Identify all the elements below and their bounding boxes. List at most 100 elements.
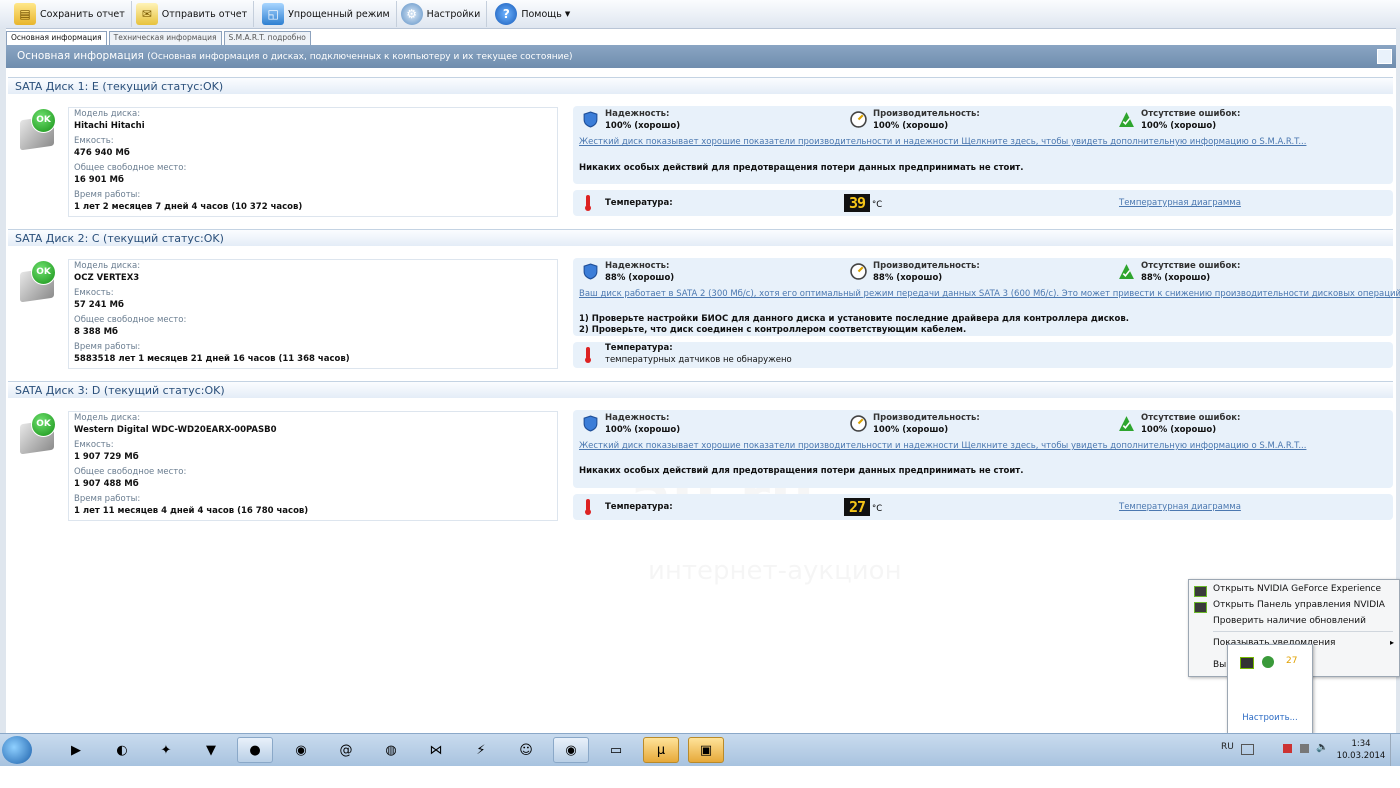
section-subtitle: (Основная информация о дисках, подключен… <box>147 52 573 62</box>
simple-mode-icon: ◱ <box>262 3 285 25</box>
app-taskbar-icon[interactable]: ◍ <box>373 737 409 763</box>
send-report-button[interactable]: ✉ Отправить отчет <box>132 1 255 27</box>
start-button[interactable] <box>2 736 32 764</box>
menu-item-check-updates[interactable]: Проверить наличие обновлений <box>1213 616 1366 626</box>
disk-2-temperature-panel: Температура: температурных датчиков не о… <box>573 342 1393 368</box>
world-of-tanks-taskbar-icon[interactable]: ▼ <box>193 737 229 763</box>
recommendation-text: Никаких особых действий для предотвращен… <box>579 466 1024 476</box>
shield-icon <box>583 415 598 432</box>
disk-3-title[interactable]: SATA Диск 3: D (текущий статус:OK) <box>8 381 1393 398</box>
nvidia-tray-icon[interactable] <box>1240 657 1254 669</box>
section-header: Основная информация (Основная информация… <box>6 45 1396 68</box>
disk-model: OCZ VERTEX3 <box>74 273 140 283</box>
app-taskbar-icon[interactable]: ⚡ <box>463 737 499 763</box>
game-taskbar-icon[interactable]: ● <box>237 737 273 763</box>
volume-icon[interactable]: 🔈 <box>1316 742 1328 753</box>
temperature-tray-icon[interactable]: 27 <box>1286 656 1297 666</box>
disk-3-info: Модель диска: Western Digital WDC-WD20EA… <box>68 411 558 521</box>
ok-badge: OK <box>31 260 56 285</box>
app-taskbar-icon[interactable]: ⋈ <box>418 737 454 763</box>
tab-strip: Основная информация Техническая информац… <box>6 31 313 45</box>
disk-model: Western Digital WDC-WD20EARX-00PASB0 <box>74 425 277 435</box>
disk-capacity: 57 241 Мб <box>74 300 124 310</box>
sata-mode-warning-link[interactable]: Ваш диск работает в SATA 2 (300 Мб/с), х… <box>579 289 1400 299</box>
gauge-icon <box>850 111 867 128</box>
tray-icon[interactable] <box>1283 744 1292 753</box>
app-taskbar-icon[interactable]: ☺ <box>508 737 544 763</box>
disk-3-status-panel: Надежность: 100% (хорошо) Производительно… <box>573 410 1393 488</box>
taskbar: ▶ ◐ ✦ ▼ ● ◉ @ ◍ ⋈ ⚡ ☺ ◉ ▭ µ ▣ RU 🔈 1:34 … <box>0 733 1400 766</box>
nvidia-icon <box>1194 602 1207 613</box>
utorrent-taskbar-icon[interactable]: µ <box>643 737 679 763</box>
media-player-taskbar-icon[interactable]: ▶ <box>58 737 94 763</box>
menu-item-exit[interactable]: Вы <box>1213 660 1226 670</box>
help-button[interactable]: ? Помощь ▼ <box>487 1 576 27</box>
hdd-icon: OK <box>20 412 56 455</box>
recommendation-text-2: 2) Проверьте, что диск соединен с контро… <box>579 325 967 335</box>
check-triangle-icon <box>1119 416 1134 431</box>
ok-badge: OK <box>31 412 56 437</box>
disk-1-title[interactable]: SATA Диск 1: E (текущий статус:OK) <box>8 77 1393 94</box>
chrome-taskbar-icon[interactable]: ◉ <box>553 737 589 763</box>
app-taskbar-icon[interactable]: ◐ <box>104 737 140 763</box>
disk-free-space: 8 388 Мб <box>74 327 118 337</box>
shield-icon <box>583 263 598 280</box>
thermometer-icon <box>585 195 591 211</box>
tray-overflow-popup: 27 Настроить... <box>1227 644 1313 734</box>
temperature-display: 27 <box>844 498 870 516</box>
chevron-right-icon: ▸ <box>1389 638 1394 647</box>
thermometer-icon <box>585 347 591 363</box>
thermometer-icon <box>585 499 591 515</box>
disk-uptime: 1 лет 11 месяцев 4 дней 4 часов (16 780 … <box>74 506 309 516</box>
disk-3-temperature-panel: Температура: 27 °C Температурная диаграм… <box>573 494 1393 520</box>
network-icon[interactable] <box>1300 744 1309 753</box>
disk-capacity: 1 907 729 Мб <box>74 452 139 462</box>
nvidia-icon <box>1194 586 1207 597</box>
section-title: Основная информация <box>17 50 144 62</box>
tab-technical-info[interactable]: Техническая информация <box>108 31 222 45</box>
mail-taskbar-icon[interactable]: @ <box>328 737 364 763</box>
settings-button[interactable]: ⚙ Настройки <box>397 1 488 27</box>
disk-uptime: 1 лет 2 месяцев 7 дней 4 часов (10 372 ч… <box>74 202 303 212</box>
chrome-taskbar-icon[interactable]: ◉ <box>283 737 319 763</box>
configure-tray-link[interactable]: Настроить... <box>1228 713 1312 723</box>
disk-model: Hitachi Hitachi <box>74 121 145 131</box>
tab-basic-info[interactable]: Основная информация <box>6 31 107 45</box>
disk-2-info: Модель диска: OCZ VERTEX3 Емкость: 57 24… <box>68 259 558 369</box>
simple-mode-button[interactable]: ◱ Упрощенный режим <box>254 1 397 27</box>
hdd-app-taskbar-icon[interactable]: ▣ <box>688 737 724 763</box>
toolbar: ▤ Сохранить отчет ✉ Отправить отчет ◱ Уп… <box>0 0 1400 29</box>
save-report-button[interactable]: ▤ Сохранить отчет <box>0 1 132 27</box>
time: 1:34 <box>1351 739 1371 749</box>
smart-info-link[interactable]: Жесткий диск показывает хорошие показате… <box>579 137 1306 147</box>
view-toggle-icon[interactable] <box>1377 49 1392 64</box>
shield-icon <box>583 111 598 128</box>
tray-expand-icon[interactable] <box>1241 744 1254 755</box>
app-taskbar-icon[interactable]: ✦ <box>148 737 184 763</box>
menu-item-open-control-panel[interactable]: Открыть Панель управления NVIDIA <box>1213 600 1385 610</box>
tab-smart-details[interactable]: S.M.A.R.T. подробно <box>223 31 311 45</box>
disk-capacity: 476 940 Мб <box>74 148 130 158</box>
disk-2-title[interactable]: SATA Диск 2: C (текущий статус:OK) <box>8 229 1393 246</box>
hdd-icon: OK <box>20 108 56 151</box>
recommendation-text: Никаких особых действий для предотвращен… <box>579 163 1024 173</box>
smart-info-link[interactable]: Жесткий диск показывает хорошие показате… <box>579 441 1306 451</box>
check-triangle-icon <box>1119 264 1134 279</box>
save-report-icon: ▤ <box>14 3 36 25</box>
clock[interactable]: 1:34 10.03.2014 <box>1336 738 1386 762</box>
explorer-taskbar-icon[interactable]: ▭ <box>598 737 634 763</box>
check-triangle-icon <box>1119 112 1134 127</box>
language-indicator[interactable]: RU <box>1221 742 1234 752</box>
show-desktop-button[interactable] <box>1390 734 1400 766</box>
hdd-icon: OK <box>20 260 56 303</box>
utorrent-tray-icon[interactable] <box>1262 656 1274 668</box>
window-border-left <box>0 28 6 733</box>
disk-free-space: 16 901 Мб <box>74 175 124 185</box>
ok-badge: OK <box>31 108 56 133</box>
gauge-icon <box>850 263 867 280</box>
date: 10.03.2014 <box>1336 751 1386 761</box>
menu-item-open-geforce-experience[interactable]: Открыть NVIDIA GeForce Experience <box>1213 584 1381 594</box>
temperature-display: 39 <box>844 194 870 212</box>
temperature-chart-link[interactable]: Температурная диаграмма <box>1119 502 1241 512</box>
temperature-chart-link[interactable]: Температурная диаграмма <box>1119 198 1241 208</box>
